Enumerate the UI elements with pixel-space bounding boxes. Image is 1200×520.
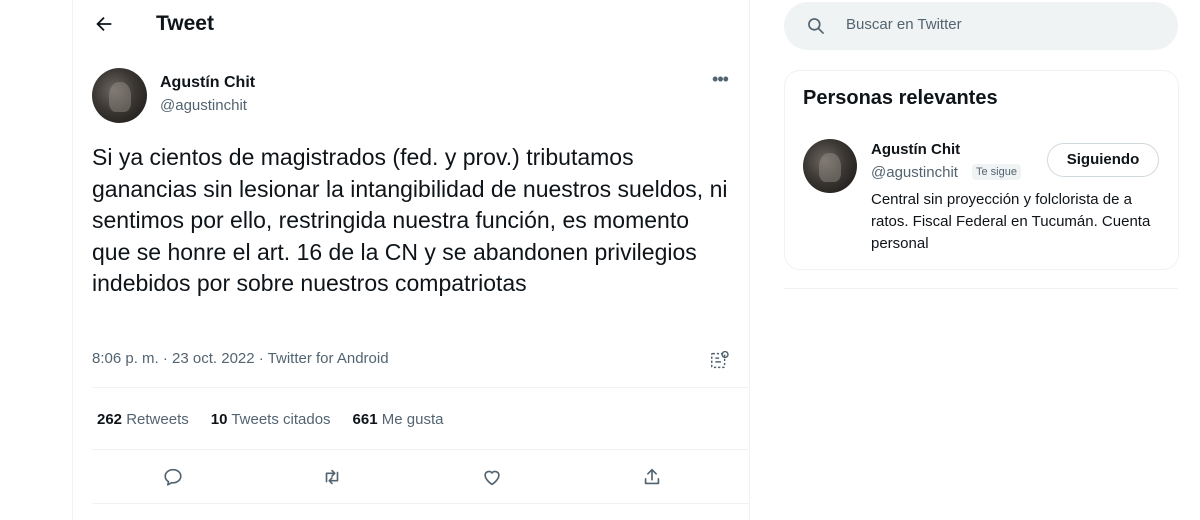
more-options-icon[interactable]: ••• <box>709 70 731 94</box>
like-button[interactable] <box>478 463 506 491</box>
tweet-text: Si ya cientos de magistrados (fed. y pro… <box>92 144 728 296</box>
back-button[interactable] <box>93 13 119 39</box>
retweet-button[interactable] <box>318 463 346 491</box>
divider <box>92 387 749 388</box>
tweet-stats: 262 Retweets 10 Tweets citados 661 Me gu… <box>97 411 443 428</box>
divider <box>92 503 749 504</box>
author-handle[interactable]: @agustinchit <box>160 97 247 114</box>
tweet-column: Tweet Agustín Chit @agustinchit ••• Si y… <box>72 0 750 520</box>
likes-stat[interactable]: 661 Me gusta <box>353 411 444 428</box>
search-bar[interactable] <box>784 2 1178 50</box>
retweets-stat[interactable]: 262 Retweets <box>97 411 189 428</box>
tweet-analytics-icon[interactable] <box>709 349 731 371</box>
retweet-icon <box>325 469 339 485</box>
relevant-people-card: Personas relevantes Agustín Chit @agusti… <box>784 70 1179 270</box>
page-title: Tweet <box>156 12 214 35</box>
author-avatar[interactable] <box>92 68 147 123</box>
author-name[interactable]: Agustín Chit <box>160 74 255 92</box>
search-icon <box>808 18 824 34</box>
person-bio: Central sin proyección y folclorista de … <box>871 191 1151 252</box>
share-button[interactable] <box>638 463 666 491</box>
page-header: Tweet <box>73 0 749 52</box>
search-input[interactable] <box>846 16 1146 33</box>
person-name[interactable]: Agustín Chit <box>871 141 960 158</box>
relevant-people-title: Personas relevantes <box>803 87 998 109</box>
tweet-actions <box>73 463 749 491</box>
tweet-timestamp[interactable]: 8:06 p. m. · 23 oct. 2022 · Twitter for … <box>92 350 389 367</box>
follows-you-badge: Te sigue <box>972 164 1021 180</box>
person-avatar[interactable] <box>803 139 857 193</box>
person-handle[interactable]: @agustinchit <box>871 164 958 181</box>
like-icon <box>484 470 500 486</box>
divider <box>92 449 749 450</box>
quotes-stat[interactable]: 10 Tweets citados <box>211 411 331 428</box>
arrow-left-icon <box>96 16 112 32</box>
following-button[interactable]: Siguiendo <box>1047 143 1159 177</box>
reply-icon <box>164 468 182 486</box>
reply-button[interactable] <box>159 463 187 491</box>
divider <box>784 288 1178 289</box>
share-icon <box>644 468 660 485</box>
